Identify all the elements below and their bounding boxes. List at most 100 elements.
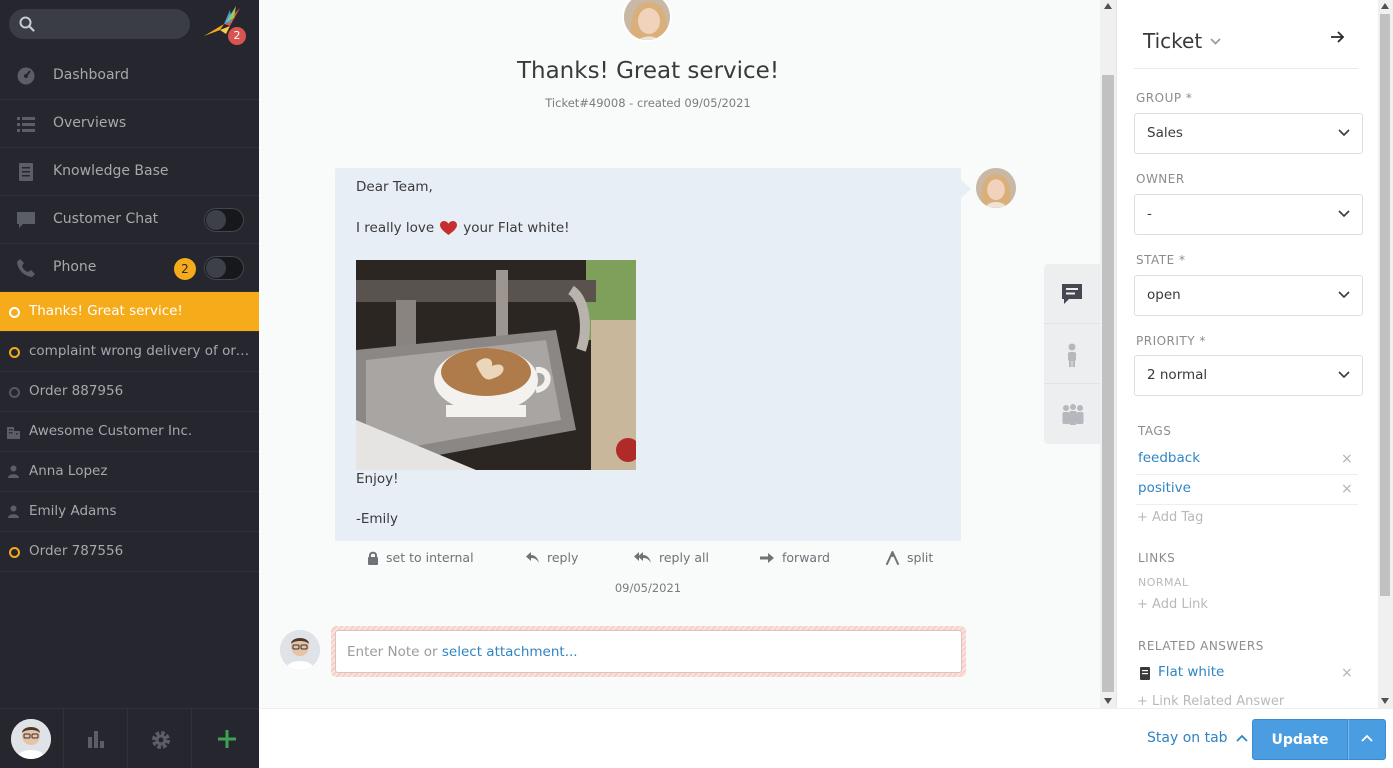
priority-label: PRIORITY * bbox=[1136, 334, 1206, 348]
customer-avatar[interactable] bbox=[622, 0, 672, 42]
group-select[interactable]: Sales bbox=[1134, 113, 1363, 154]
forward-button[interactable]: forward bbox=[760, 550, 830, 565]
person-icon bbox=[8, 465, 19, 478]
tab-ticket[interactable] bbox=[1044, 264, 1100, 324]
phone-count-badge: 2 bbox=[174, 258, 196, 280]
person-icon bbox=[8, 505, 19, 518]
sidebar: 2 Dashboard Overviews Knowledge Base Cus… bbox=[0, 0, 259, 768]
chevron-down-icon bbox=[1338, 210, 1350, 218]
links-label: LINKS bbox=[1138, 551, 1176, 565]
reply-area: Enter Note or select attachment... bbox=[331, 626, 966, 677]
chevron-down-icon bbox=[1338, 371, 1350, 379]
chevron-down-icon bbox=[1338, 129, 1350, 137]
select-value: 2 normal bbox=[1147, 367, 1208, 383]
panel-title[interactable]: Ticket bbox=[1143, 29, 1221, 53]
plus-icon bbox=[218, 730, 236, 748]
bar-chart-icon bbox=[88, 731, 104, 748]
related-answer-item: Flat white × bbox=[1138, 662, 1358, 688]
lock-icon bbox=[368, 551, 378, 565]
arrow-right-icon[interactable] bbox=[1331, 31, 1345, 43]
nav-knowledge-base[interactable]: Knowledge Base bbox=[0, 148, 259, 196]
organization-icon bbox=[1062, 404, 1084, 425]
select-value: Sales bbox=[1147, 125, 1183, 141]
reply-all-button[interactable]: reply all bbox=[634, 550, 709, 565]
panel-scrollbar[interactable] bbox=[1378, 0, 1393, 708]
owner-select[interactable]: - bbox=[1134, 194, 1363, 235]
nav-dashboard[interactable]: Dashboard bbox=[0, 52, 259, 100]
state-select[interactable]: open bbox=[1134, 275, 1363, 316]
toggle-knob bbox=[206, 210, 226, 230]
chat-toggle[interactable] bbox=[204, 208, 244, 232]
user-menu[interactable] bbox=[0, 709, 64, 768]
task-label: Anna Lopez bbox=[29, 463, 108, 479]
note-input[interactable]: Enter Note or select attachment... bbox=[335, 630, 962, 673]
scroll-down-icon[interactable] bbox=[1104, 698, 1112, 704]
reply-button[interactable]: reply bbox=[525, 550, 578, 565]
phone-toggle[interactable] bbox=[204, 256, 244, 280]
search-box[interactable] bbox=[9, 9, 190, 39]
answer-link[interactable]: Flat white bbox=[1158, 664, 1224, 680]
reply-all-icon bbox=[634, 552, 651, 563]
new-item-button[interactable] bbox=[192, 709, 259, 768]
split-button[interactable]: split bbox=[885, 550, 933, 565]
update-button[interactable]: Update bbox=[1252, 719, 1348, 760]
scroll-up-icon[interactable] bbox=[1104, 3, 1112, 9]
customer-icon bbox=[1068, 343, 1076, 367]
tab-organization[interactable] bbox=[1044, 384, 1100, 444]
tags-label: TAGS bbox=[1138, 424, 1172, 438]
task-item[interactable]: complaint wrong delivery of order 1234 bbox=[0, 332, 259, 372]
reply-icon bbox=[526, 552, 539, 563]
task-item[interactable]: Order 787556 bbox=[0, 532, 259, 572]
notification-badge[interactable]: 2 bbox=[228, 27, 246, 45]
action-label: set to internal bbox=[386, 550, 474, 565]
group-label: GROUP * bbox=[1136, 91, 1193, 105]
settings-button[interactable] bbox=[128, 709, 192, 768]
tab-customer[interactable] bbox=[1044, 324, 1100, 384]
main-scrollbar[interactable] bbox=[1100, 0, 1116, 708]
nav-customer-chat[interactable]: Customer Chat bbox=[0, 196, 259, 244]
nav-phone[interactable]: Phone 2 bbox=[0, 244, 259, 292]
stay-on-tab-label: Stay on tab bbox=[1147, 730, 1228, 746]
article-text: your Flat white! bbox=[463, 220, 570, 236]
task-item[interactable]: Awesome Customer Inc. bbox=[0, 412, 259, 452]
task-item[interactable]: Order 887956 bbox=[0, 372, 259, 412]
task-item[interactable]: Anna Lopez bbox=[0, 452, 259, 492]
nav-label: Phone bbox=[53, 259, 97, 275]
open-dot-icon bbox=[9, 307, 20, 318]
remove-answer-icon[interactable]: × bbox=[1341, 665, 1353, 681]
message-icon bbox=[1062, 284, 1082, 304]
priority-select[interactable]: 2 normal bbox=[1134, 355, 1363, 396]
article-avatar[interactable] bbox=[976, 168, 1016, 208]
nav-label: Knowledge Base bbox=[53, 163, 169, 179]
search-input[interactable] bbox=[43, 13, 183, 35]
add-link-link[interactable]: + Add Link bbox=[1137, 597, 1208, 612]
search-icon bbox=[19, 16, 35, 32]
book-icon bbox=[1140, 667, 1150, 680]
agent-avatar[interactable] bbox=[280, 630, 320, 670]
article-greeting: Dear Team, bbox=[356, 179, 433, 195]
task-item[interactable]: Thanks! Great service! bbox=[0, 292, 259, 332]
nav-overviews[interactable]: Overviews bbox=[0, 100, 259, 148]
scroll-thumb[interactable] bbox=[1380, 14, 1390, 596]
task-item[interactable]: Emily Adams bbox=[0, 492, 259, 532]
set-internal-button[interactable]: set to internal bbox=[367, 550, 474, 565]
coffee-photo bbox=[356, 260, 636, 470]
tag-link[interactable]: feedback bbox=[1138, 450, 1200, 466]
add-tag-link[interactable]: + Add Tag bbox=[1137, 510, 1203, 525]
scroll-up-icon[interactable] bbox=[1381, 3, 1389, 9]
link-related-answer[interactable]: + Link Related Answer bbox=[1137, 694, 1284, 709]
update-options-button[interactable] bbox=[1348, 719, 1386, 760]
task-label: Order 887956 bbox=[29, 383, 124, 399]
article-date: 09/05/2021 bbox=[614, 581, 682, 595]
agent-avatar-image bbox=[11, 719, 51, 759]
select-attachment-link[interactable]: select attachment... bbox=[442, 644, 578, 660]
stay-on-tab-toggle[interactable]: Stay on tab bbox=[1147, 730, 1248, 746]
reporting-button[interactable] bbox=[64, 709, 128, 768]
scroll-down-icon[interactable] bbox=[1381, 698, 1389, 704]
avatar[interactable] bbox=[11, 719, 51, 759]
remove-tag-icon[interactable]: × bbox=[1341, 481, 1353, 497]
tag-link[interactable]: positive bbox=[1138, 480, 1191, 496]
scroll-thumb[interactable] bbox=[1102, 75, 1114, 692]
coffee-image[interactable] bbox=[356, 260, 636, 470]
remove-tag-icon[interactable]: × bbox=[1341, 451, 1353, 467]
